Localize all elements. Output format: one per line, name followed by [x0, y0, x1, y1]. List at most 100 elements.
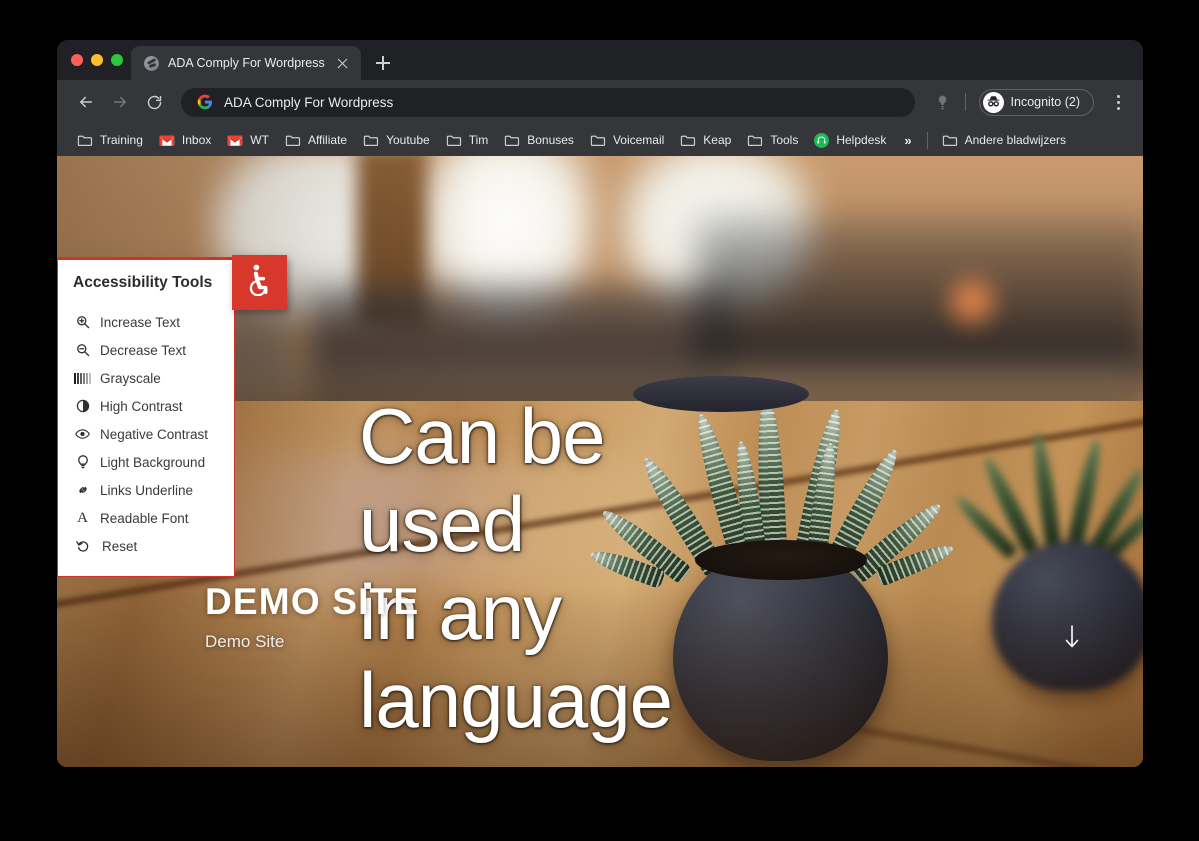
bookmark-label: Keap [703, 133, 732, 147]
google-g-icon [197, 94, 213, 110]
bookmark-tim[interactable]: Tim [438, 130, 497, 150]
bookmark-bonuses[interactable]: Bonuses [496, 130, 582, 150]
a11y-item-label: High Contrast [100, 398, 183, 414]
forward-arrow-icon[interactable] [105, 87, 135, 117]
a11y-item-label: Light Background [100, 454, 206, 470]
contrast-circle-icon [75, 399, 90, 413]
a11y-item-reset[interactable]: Reset [58, 532, 234, 560]
bookmarks-overflow-button[interactable]: » [894, 131, 920, 150]
lightbulb-icon [75, 454, 90, 470]
folder-icon [504, 134, 520, 147]
reset-arrow-icon [75, 539, 90, 553]
folder-icon [363, 134, 379, 147]
incognito-hat-icon [982, 91, 1004, 113]
other-bookmarks-label: Andere bladwijzers [964, 133, 1066, 147]
bookmark-label: Voicemail [612, 133, 665, 147]
close-window-button[interactable] [71, 54, 83, 66]
bookmarks-divider [926, 131, 928, 149]
letter-a-icon: A [77, 509, 88, 526]
hero-heading-line: language [359, 656, 673, 744]
link-chain-icon [75, 483, 90, 497]
bookmark-helpdesk[interactable]: Helpdesk [806, 130, 894, 151]
incognito-label: Incognito (2) [1010, 95, 1080, 109]
bookmark-inbox[interactable]: Inbox [151, 130, 219, 150]
a11y-item-label: Decrease Text [100, 342, 187, 358]
a11y-item-readable-font[interactable]: A Readable Font [58, 504, 234, 532]
tab-title: ADA Comply For Wordpress [168, 56, 325, 70]
folder-icon [77, 134, 93, 147]
folder-icon [446, 134, 462, 147]
back-arrow-icon[interactable] [71, 87, 101, 117]
three-dots-icon[interactable] [1105, 89, 1131, 115]
site-title[interactable]: DEMO SITE [205, 580, 419, 624]
hero-heading-line: Can be [359, 392, 606, 480]
bookmark-tools[interactable]: Tools [739, 130, 806, 150]
profile-icon[interactable] [929, 94, 957, 111]
reload-icon[interactable] [139, 87, 169, 117]
down-arrow-icon[interactable] [1063, 624, 1081, 655]
a11y-item-increase-text[interactable]: Increase Text [58, 308, 234, 336]
site-branding: DEMO SITE Demo Site [205, 580, 419, 652]
bookmark-training[interactable]: Training [69, 130, 151, 150]
a11y-item-label: Links Underline [100, 482, 194, 498]
bookmark-label: Tim [468, 133, 489, 147]
a11y-item-decrease-text[interactable]: Decrease Text [58, 336, 234, 364]
gmail-icon [159, 134, 175, 147]
browser-toolbar: ADA Comply For Wordpress Incognito (2) [57, 80, 1143, 124]
wheelchair-icon [245, 264, 275, 301]
tab-strip: ADA Comply For Wordpress [57, 40, 1143, 80]
a11y-item-links-underline[interactable]: Links Underline [58, 476, 234, 504]
site-tagline: Demo Site [205, 632, 285, 651]
a11y-item-high-contrast[interactable]: High Contrast [58, 392, 234, 420]
a11y-item-label: Reset [102, 538, 138, 554]
gmail-icon [227, 134, 243, 147]
folder-icon [590, 134, 606, 147]
zoom-out-icon [75, 343, 90, 357]
a11y-item-grayscale[interactable]: Grayscale [58, 364, 234, 392]
web-page-content: Can be used in any language DEMO SITE De… [57, 156, 1143, 767]
toolbar-divider [964, 93, 966, 111]
browser-tab[interactable]: ADA Comply For Wordpress [131, 46, 361, 80]
bookmark-label: Affiliate [307, 133, 348, 147]
accessibility-tools-panel: Accessibility Tools Increase Text Decrea… [57, 257, 235, 577]
bookmark-wt[interactable]: WT [219, 130, 277, 150]
bookmark-keap[interactable]: Keap [672, 130, 739, 150]
bookmark-label: Helpdesk [836, 133, 887, 147]
bookmark-voicemail[interactable]: Voicemail [582, 130, 672, 150]
browser-window: ADA Comply For Wordpress ADA Comply For … [57, 40, 1143, 767]
zoom-in-icon [75, 315, 90, 329]
bookmark-label: Training [100, 133, 143, 147]
accessibility-launcher-button[interactable] [232, 255, 287, 310]
bookmarks-bar: Training Inbox WT Affiliate Youtube Tim … [57, 124, 1143, 156]
a11y-item-label: Readable Font [100, 510, 189, 526]
headset-badge-icon [814, 132, 830, 148]
new-tab-icon[interactable] [369, 49, 397, 77]
close-icon[interactable] [334, 55, 351, 72]
a11y-item-label: Grayscale [100, 370, 161, 386]
a11y-item-negative-contrast[interactable]: Negative Contrast [58, 420, 234, 448]
bookmark-label: Inbox [181, 133, 212, 147]
maximize-window-button[interactable] [111, 54, 123, 66]
other-bookmarks-button[interactable]: Andere bladwijzers [934, 130, 1074, 150]
page-title: Accessibility Tools [73, 274, 213, 291]
bars-icon [74, 372, 91, 384]
hero-heading-line: used [359, 480, 525, 568]
bookmark-youtube[interactable]: Youtube [355, 130, 438, 150]
window-traffic-lights [67, 40, 131, 80]
incognito-indicator[interactable]: Incognito (2) [978, 88, 1094, 116]
hero-heading: Can be used in any language [359, 392, 689, 744]
bookmark-label: Bonuses [527, 133, 574, 147]
folder-icon [680, 134, 696, 147]
folder-icon [942, 134, 958, 147]
address-bar[interactable]: ADA Comply For Wordpress [181, 87, 915, 117]
bookmark-label: WT [250, 133, 269, 147]
folder-icon [747, 134, 763, 147]
a11y-item-light-background[interactable]: Light Background [58, 448, 234, 476]
bookmark-affiliate[interactable]: Affiliate [277, 130, 355, 150]
minimize-window-button[interactable] [91, 54, 103, 66]
address-bar-text: ADA Comply For Wordpress [224, 94, 394, 110]
globe-icon [144, 55, 159, 71]
bookmark-label: Tools [770, 133, 799, 147]
a11y-item-label: Negative Contrast [100, 426, 209, 442]
folder-icon [285, 134, 301, 147]
